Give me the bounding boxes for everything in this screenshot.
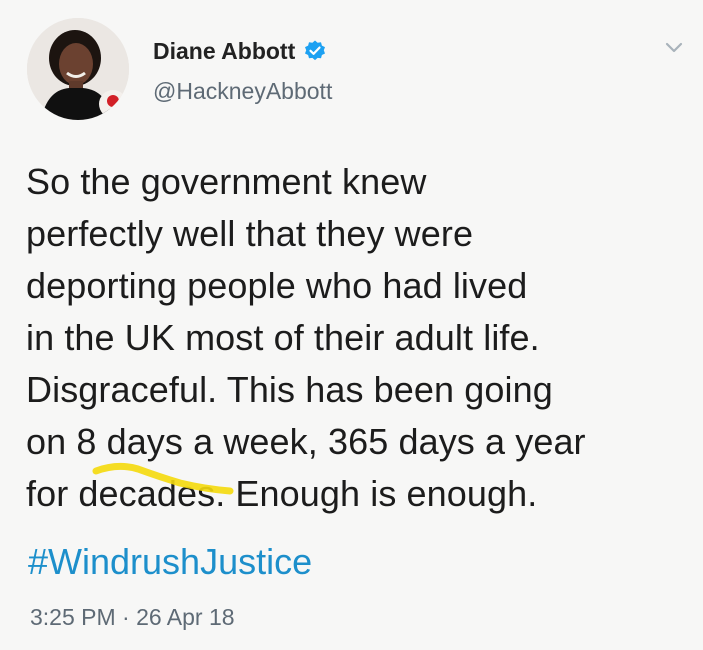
profile-photo-icon bbox=[27, 18, 129, 120]
tweet-text-line: for decades. Enough is enough. bbox=[26, 473, 538, 514]
tweet-timestamp[interactable]: 3:25 PM · 26 Apr 18 bbox=[30, 604, 235, 631]
user-handle[interactable]: @HackneyAbbott bbox=[153, 80, 332, 103]
display-name[interactable]: Diane Abbott bbox=[153, 39, 295, 63]
name-row: Diane Abbott bbox=[153, 36, 332, 66]
tweet-text-line: on 8 days a week, 365 days a year bbox=[26, 421, 586, 462]
tweet-text-line: perfectly well that they were bbox=[26, 213, 474, 254]
tweet-text-line: Disgraceful. This has been going bbox=[26, 369, 553, 410]
tweet-text-line: deporting people who had lived bbox=[26, 265, 528, 306]
tweet-header: Diane Abbott @HackneyAbbott bbox=[153, 36, 332, 103]
tweet-text-line: So the government knew bbox=[26, 161, 427, 202]
verified-badge-icon bbox=[303, 39, 327, 63]
chevron-down-icon[interactable] bbox=[663, 36, 685, 58]
tweet-text-line: in the UK most of their adult life. bbox=[26, 317, 540, 358]
tweet-card: Diane Abbott @HackneyAbbott So the gover… bbox=[0, 0, 703, 650]
tweet-text: So the government knew perfectly well th… bbox=[26, 156, 686, 520]
hashtag-link[interactable]: #WindrushJustice bbox=[28, 536, 312, 588]
avatar[interactable] bbox=[27, 18, 129, 120]
